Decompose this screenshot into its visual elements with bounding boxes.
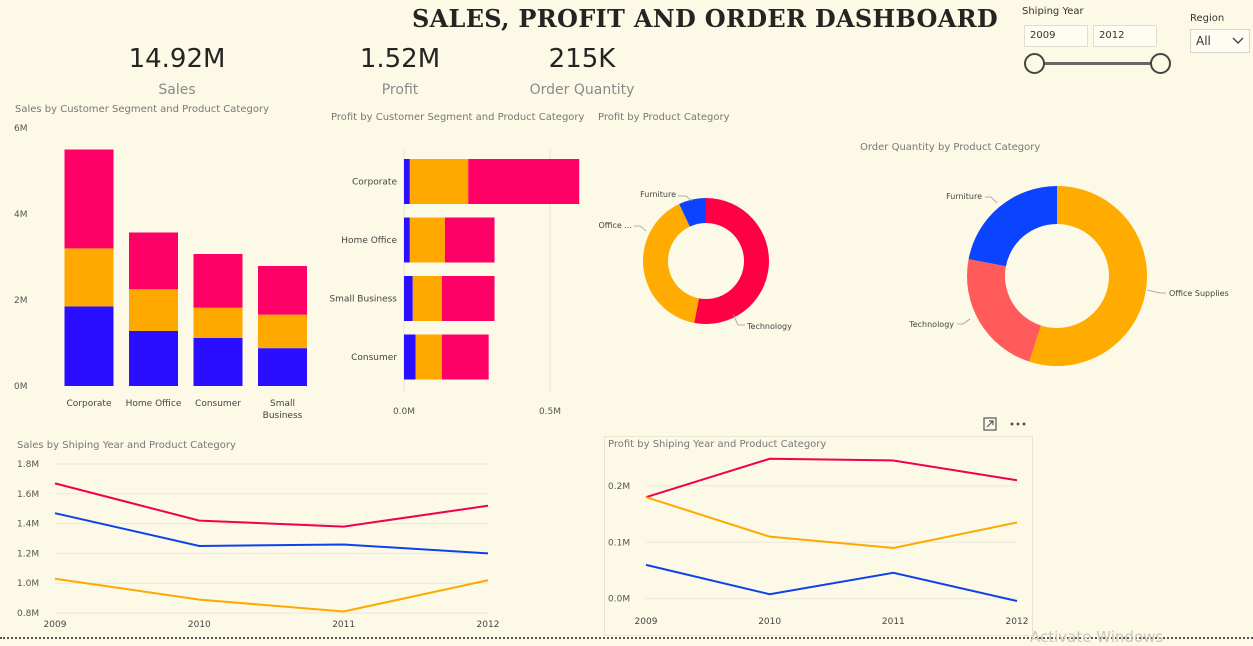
y-tick-label: 0.8M [17,609,39,619]
leader-line [957,318,971,325]
y-tick-label: 0.1M [608,538,630,548]
slice-label: Office Supplies [1169,289,1229,298]
series-line [54,482,489,528]
bar-segment [129,330,178,386]
bar-segment [468,159,580,204]
x-tick-label: 2010 [758,617,781,627]
slice-label: Furniture [640,190,676,199]
y-tick-label: 2M [14,296,28,306]
y-tick-label: 1.2M [17,549,39,559]
bar-segment [441,334,489,380]
x-tick-label: Business [263,411,303,421]
bar-segment [258,314,307,349]
os-watermark: Activate Windows [1030,628,1164,646]
bar-segment [258,348,307,386]
bar-segment [441,276,495,321]
bar-segment [409,217,445,263]
y-tick-label: 0.0M [608,595,630,605]
series-line [645,496,1018,549]
charts-layer: 0M 2M 4M 6M Corporate Home Office Consumer Smal… [14,124,1229,630]
slice-label: Furniture [946,192,982,201]
bar-segment [444,217,495,263]
y-tick-label: Home Office [341,236,397,246]
slice-label: Office ... [598,221,632,230]
leader-line [634,225,647,232]
bar-segment [129,232,178,290]
y-tick-label: 0M [14,382,28,392]
slice-label: Technology [908,320,954,329]
bar-segment [129,289,178,331]
y-tick-label: 1.4M [17,520,39,530]
bar-segment [409,159,469,204]
x-tick-label: 0.5M [539,407,561,417]
y-tick-label: 4M [14,210,28,220]
y-tick-label: Consumer [351,353,397,363]
bar-segment [404,334,416,380]
y-tick-label: 1.6M [17,490,39,500]
slice-label: Technology [746,322,792,331]
x-tick-label: 2009 [635,617,658,627]
y-tick-label: 0.2M [608,482,630,492]
y-tick-label: 1.8M [17,460,39,470]
x-tick-label: 2009 [44,620,67,630]
x-tick-label: 2012 [477,620,500,630]
y-tick-label: Corporate [352,178,397,188]
x-tick-label: 0.0M [393,407,415,417]
series-line [54,512,489,555]
x-tick-label: Consumer [195,399,241,409]
y-tick-label: Small Business [329,295,397,305]
x-tick-label: Home Office [126,399,182,409]
x-tick-label: 2011 [332,620,355,630]
x-tick-label: Corporate [67,399,112,409]
bar-segment [64,248,114,307]
bar-segment [412,276,442,321]
y-tick-label: 6M [14,124,28,134]
x-tick-label: 2010 [188,620,211,630]
bar-segment [193,337,243,386]
donut-slice [967,259,1041,362]
bar-segment [404,276,413,321]
x-tick-label: 2011 [882,617,905,627]
bar-segment [193,253,243,308]
x-tick-label: 2012 [1006,617,1029,627]
x-tick-label: Small [270,399,295,409]
bar-segment [404,159,410,204]
bar-segment [64,149,114,249]
leader-line [985,196,998,204]
y-tick-label: 1.0M [17,579,39,589]
bar-segment [258,266,307,315]
bar-segment [404,217,410,263]
leader-line [1146,289,1166,294]
series-line [645,457,1018,499]
bar-segment [64,306,114,386]
bar-segment [193,307,243,338]
bar-segment [415,334,442,380]
series-line [645,563,1018,602]
